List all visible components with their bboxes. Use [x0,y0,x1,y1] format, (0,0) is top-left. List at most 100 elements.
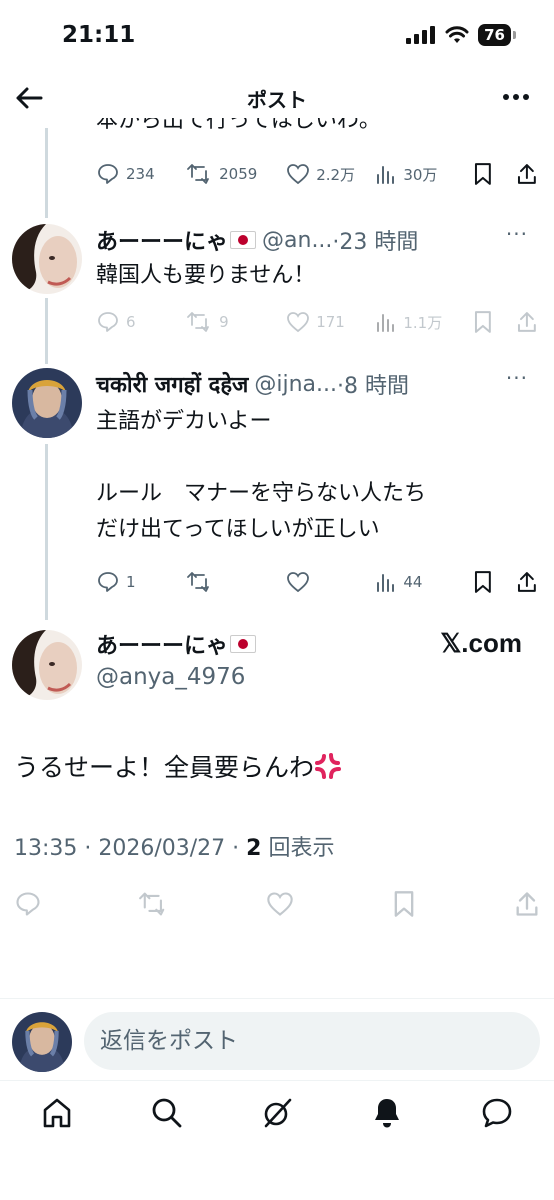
reply-count: 234 [126,165,155,183]
reply-input[interactable]: 返信をポスト [84,1012,540,1070]
repost-count: 2059 [219,165,258,183]
reply2-actions: 1 44 [96,570,538,594]
repost-action[interactable] [187,570,286,594]
display-name[interactable]: चकोरी जगहों दहेज [96,369,248,399]
views-count: 30万 [403,165,438,184]
views-action[interactable]: 44 [375,571,472,593]
anger-symbol-icon [315,753,342,779]
main-tweet-header: あーーーにゃ [96,628,257,660]
japan-flag-icon [230,635,257,653]
share-icon[interactable] [514,890,540,918]
heart-icon [287,312,310,333]
avatar-image [12,224,82,294]
share-icon[interactable] [516,162,538,186]
handle[interactable]: @anya_4976 [96,664,245,690]
battery-indicator: 76 [478,24,511,46]
post-timestamp: 13:35 · 2026/03/27 · [14,836,247,861]
more-options-icon[interactable] [502,90,530,104]
grok-icon[interactable] [260,1096,294,1130]
composer-divider [0,998,554,999]
messages-icon[interactable] [480,1096,514,1130]
views-count: 1.1万 [403,313,443,332]
battery-tip [513,31,516,39]
signal-icon [406,26,436,44]
main-tweet-actions [14,890,540,918]
repost-icon [187,312,210,332]
handle[interactable]: @ijna... [254,372,337,397]
bookmark-icon[interactable] [472,162,494,186]
repost-action[interactable]: 9 [187,310,286,334]
status-icons: 76 [406,24,516,46]
thread-line [45,444,48,620]
share-icon[interactable] [516,570,538,594]
view-label: 回表示 [261,836,335,861]
main-tweet-body: うるせーよ！全員要らんわ [14,753,315,782]
more-options-icon[interactable]: ··· [506,366,528,390]
share-icon[interactable] [516,310,538,334]
reply-count: 1 [126,573,136,591]
reply-icon [98,312,118,332]
post-time: ·23 時間 [332,230,419,255]
reply-action[interactable]: 234 [96,162,187,186]
reply-action[interactable]: 6 [96,310,187,334]
thread-line [45,128,48,218]
repost-icon [187,164,210,184]
japan-flag-icon [230,231,257,249]
reply-count: 6 [126,313,136,331]
reply-icon [98,164,118,184]
post-time: ·8 時間 [337,374,409,399]
avatar-image [12,630,82,700]
avatar[interactable] [12,368,82,438]
heart-icon [287,572,310,593]
reply-icon[interactable] [14,890,42,918]
like-action[interactable] [286,571,375,593]
x-watermark: 𝕏.com [440,628,522,658]
bookmark-icon[interactable] [472,570,494,594]
reply2-line: だけ出てってほしいが正しい [96,517,380,542]
display-name[interactable]: あーーーにゃ [96,224,228,256]
previous-tweet-actions: 234 2059 2.2万 30万 [96,162,538,186]
nav-divider [0,1080,554,1081]
views-action[interactable]: 1.1万 [375,311,472,333]
repost-count: 9 [219,313,229,331]
reply2-header: चकोरी जगहों दहेज @ijna... ·8 時間 [96,368,496,400]
avatar[interactable] [12,224,82,294]
views-icon [377,314,395,332]
avatar[interactable] [12,630,82,700]
home-icon[interactable] [40,1096,74,1130]
heart-icon [287,164,310,185]
back-arrow-icon[interactable] [14,84,44,112]
bottom-nav [0,1096,554,1140]
reply-action[interactable]: 1 [96,570,187,594]
view-count: 2 [246,836,262,861]
main-tweet-text: うるせーよ！全員要らんわ [14,748,342,788]
views-icon [377,574,395,592]
reply2-text: 主語がデカいよー ルール マナーを守らない人たち だけ出てってほしいが正しい [96,404,426,548]
repost-icon [187,572,210,592]
views-action[interactable]: 30万 [375,163,472,185]
avatar-image [12,368,82,438]
notifications-icon[interactable] [370,1096,404,1130]
display-name[interactable]: あーーーにゃ [96,628,228,660]
thread-line [45,298,48,364]
views-count: 44 [403,573,423,591]
more-options-icon[interactable]: ··· [506,222,528,246]
reply-icon [98,572,118,592]
my-avatar[interactable] [12,1012,72,1072]
reply1-header: あーーーにゃ @an... ·23 時間 [96,224,496,256]
post-meta: 13:35 · 2026/03/27 · 2 回表示 [14,830,334,862]
like-action[interactable]: 2.2万 [286,163,375,185]
heart-icon[interactable] [266,891,294,917]
like-count: 2.2万 [316,165,356,184]
reply1-actions: 6 9 171 1.1万 [96,310,538,334]
bookmark-icon[interactable] [472,310,494,334]
repost-action[interactable]: 2059 [187,162,286,186]
repost-icon[interactable] [139,890,169,918]
reply2-line [96,440,426,476]
views-icon [377,166,395,184]
handle[interactable]: @an... [262,228,332,253]
search-icon[interactable] [150,1096,184,1130]
like-action[interactable]: 171 [286,311,375,333]
reply2-line: ルール マナーを守らない人たち [96,481,427,506]
bookmark-icon[interactable] [391,890,417,918]
